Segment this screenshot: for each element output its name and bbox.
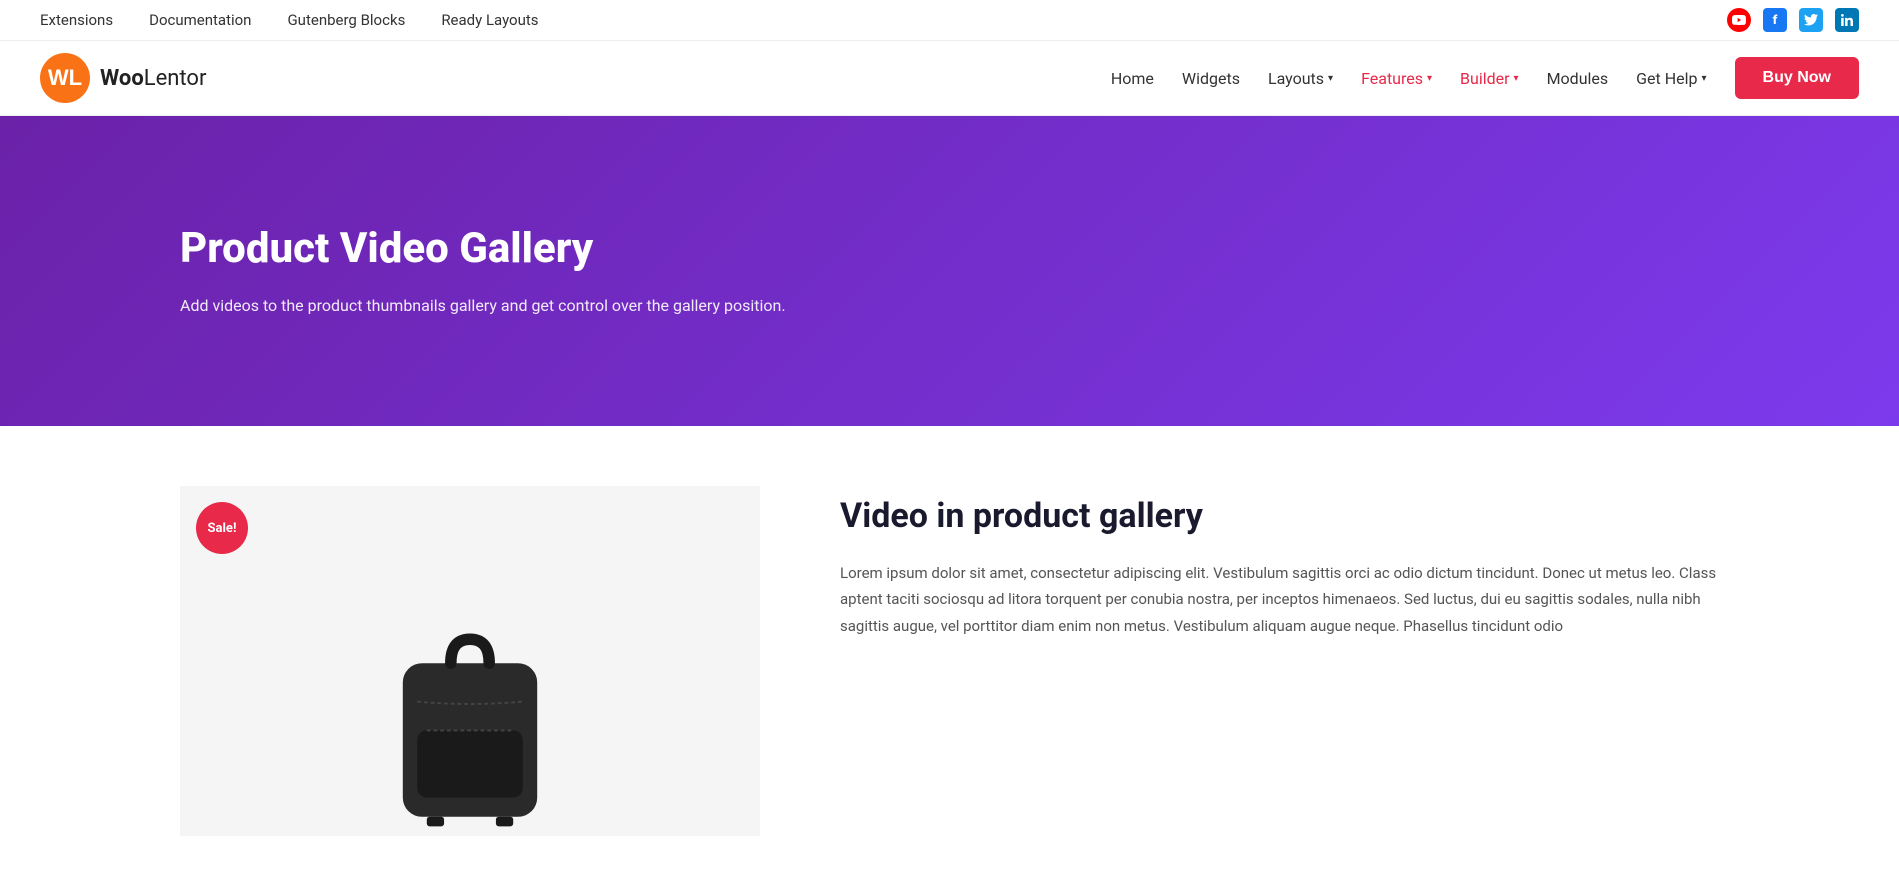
nav-get-help[interactable]: Get Help ▾: [1636, 69, 1706, 88]
topbar-extensions[interactable]: Extensions: [40, 11, 113, 29]
social-icons: f: [1727, 8, 1859, 32]
hero-title: Product Video Gallery: [180, 224, 1719, 273]
linkedin-icon[interactable]: [1835, 8, 1859, 32]
content-section: Sale! Video in product gallery Lorem: [0, 426, 1899, 896]
main-nav-links: Home Widgets Layouts ▾ Features ▾ Builde…: [1111, 57, 1859, 99]
nav-layouts[interactable]: Layouts ▾: [1268, 69, 1333, 88]
nav-features[interactable]: Features ▾: [1361, 69, 1432, 88]
facebook-icon[interactable]: f: [1763, 8, 1787, 32]
product-image: [330, 556, 610, 836]
topbar-gutenberg-blocks[interactable]: Gutenberg Blocks: [287, 11, 405, 29]
hero-banner: Product Video Gallery Add videos to the …: [0, 116, 1899, 426]
youtube-icon[interactable]: [1727, 8, 1751, 32]
top-bar: Extensions Documentation Gutenberg Block…: [0, 0, 1899, 41]
nav-builder[interactable]: Builder ▾: [1460, 69, 1519, 88]
sale-badge: Sale!: [196, 502, 248, 554]
twitter-icon[interactable]: [1799, 8, 1823, 32]
logo-icon: WL: [40, 53, 90, 103]
nav-home[interactable]: Home: [1111, 69, 1154, 88]
hero-subtitle: Add videos to the product thumbnails gal…: [180, 293, 820, 319]
topbar-documentation[interactable]: Documentation: [149, 11, 251, 29]
main-nav: WL WooLentor Home Widgets Layouts ▾ Feat…: [0, 41, 1899, 116]
text-content: Video in product gallery Lorem ipsum dol…: [840, 486, 1719, 639]
logo[interactable]: WL WooLentor: [40, 53, 206, 103]
top-bar-nav: Extensions Documentation Gutenberg Block…: [40, 11, 539, 29]
section-body: Lorem ipsum dolor sit amet, consectetur …: [840, 560, 1719, 639]
logo-text: WooLentor: [100, 66, 206, 91]
backpack-illustration: [370, 596, 570, 836]
topbar-ready-layouts[interactable]: Ready Layouts: [441, 11, 538, 29]
nav-widgets[interactable]: Widgets: [1182, 69, 1240, 88]
product-gallery: Sale!: [180, 486, 760, 836]
svg-text:WL: WL: [48, 65, 82, 90]
nav-modules[interactable]: Modules: [1547, 69, 1609, 88]
section-title: Video in product gallery: [840, 496, 1719, 536]
buy-now-button[interactable]: Buy Now: [1735, 57, 1859, 99]
